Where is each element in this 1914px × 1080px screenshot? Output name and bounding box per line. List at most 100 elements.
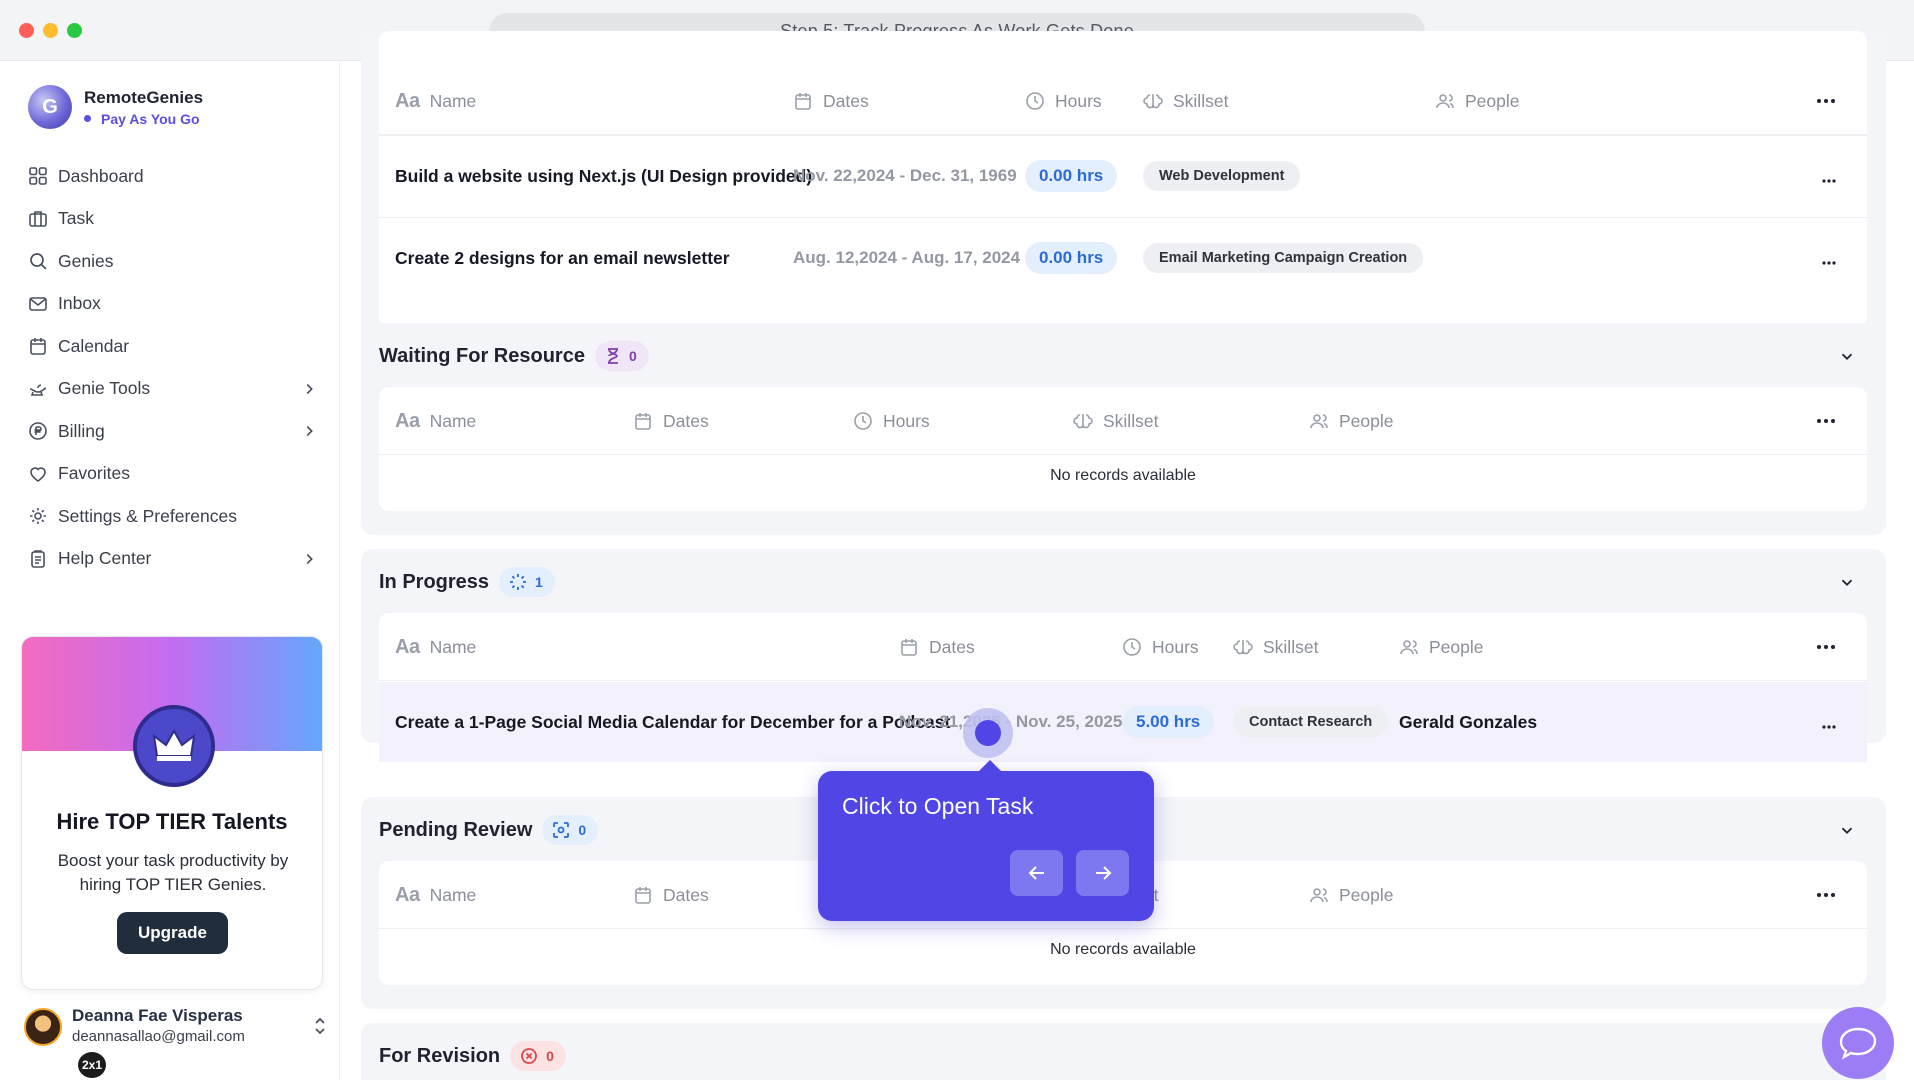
sidebar-item-inbox[interactable]: Inbox [28,283,318,326]
row-more-icon[interactable] [1821,254,1837,272]
calendar-icon [635,887,651,904]
sidebar-item-dashboard[interactable]: Dashboard [28,155,318,198]
sidebar-item-genies[interactable]: Genies [28,240,318,283]
column-label: Skillset [1263,636,1319,657]
brand[interactable]: G RemoteGenies Pay As You Go [28,85,203,129]
more-options-icon[interactable] [1815,638,1837,661]
table-row[interactable]: Create 2 designs for an email newsletter… [379,217,1867,297]
sidebar-item-help-center[interactable]: Help Center [28,538,318,581]
task-name[interactable]: Build a website using Next.js (UI Design… [395,136,812,216]
column-dates: Dates [633,387,709,455]
plan-label: Pay As You Go [101,110,200,127]
count-badge: 0 [510,1041,566,1071]
arrow-right-icon [1095,866,1111,880]
column-people: People [1309,861,1394,929]
skill-tag: Web Development [1143,161,1301,191]
chevron-up-down-icon[interactable] [312,1016,328,1041]
sidebar-item-billing[interactable]: Billing [28,410,318,453]
walkthrough-tooltip: Click to Open Task [818,771,1154,921]
empty-state: No records available [1050,467,1196,484]
chevron-right-icon [300,422,318,445]
more-options-icon[interactable] [1815,886,1837,909]
dashboard-icon [28,166,48,186]
tooltip-text: Click to Open Task [842,793,1034,819]
row-more-icon[interactable] [1821,718,1837,736]
briefcase-icon [28,209,48,229]
sidebar-item-settings[interactable]: Settings & Preferences [28,495,318,538]
upgrade-button[interactable]: Upgrade [117,912,228,954]
sidebar-item-calendar[interactable]: Calendar [28,325,318,368]
column-label: Skillset [1103,410,1159,431]
people-icon [1310,888,1328,903]
tooltip-prev-button[interactable] [1010,850,1063,896]
hours-badge: 0.00 hrs [1025,160,1118,192]
section-header[interactable]: Pending Review 0 [379,813,599,847]
count-value: 0 [546,1048,554,1064]
chevron-down-icon[interactable] [1838,821,1856,844]
column-label: People [1339,410,1394,431]
user-name: Deanna Fae Visperas [72,1006,243,1025]
sidebar-item-genie-tools[interactable]: Genie Tools [28,368,318,411]
column-label: People [1429,636,1484,657]
more-options-icon[interactable] [1815,412,1837,435]
sidebar-item-task[interactable]: Task [28,198,318,241]
hourglass-icon [607,348,618,364]
brain-icon [1073,414,1093,429]
task-table: Aa Name Dates Hours Skillset People Creat… [379,613,1867,763]
column-dates: Dates [793,67,869,135]
sidebar-item-label: Inbox [58,293,101,314]
more-options-icon[interactable] [1815,92,1837,115]
column-label: Hours [1055,90,1102,111]
user-profile[interactable]: Deanna Fae Visperas deannasallao@gmail.c… [24,1004,334,1064]
sidebar-item-favorites[interactable]: Favorites [28,453,318,496]
task-skill-cell: Contact Research [1233,682,1389,762]
section-title: For Revision [379,1044,501,1067]
genie-lamp-icon [28,379,48,399]
column-name: Aa Name [395,861,476,929]
mail-icon [28,294,48,314]
row-more-icon[interactable] [1821,172,1837,190]
close-window-button[interactable] [19,23,34,38]
table-row[interactable]: Create a 1-Page Social Media Calendar fo… [379,682,1867,762]
column-label: Dates [823,90,869,111]
sidebar-item-label: Genie Tools [58,378,151,399]
sidebar-nav: Dashboard Task Genies Inbox Calendar Gen… [28,155,318,580]
currency-coin-icon [28,421,48,441]
section-header[interactable]: For Revision 0 [379,1039,566,1073]
calendar-icon [795,93,811,110]
text-type-icon: Aa [395,409,420,432]
column-label: People [1465,90,1520,111]
skill-tag: Contact Research [1233,707,1389,737]
count-badge: 1 [499,567,555,597]
walkthrough-beacon-dot[interactable] [975,720,1001,746]
column-label: Dates [929,636,975,657]
chevron-down-icon[interactable] [1838,573,1856,596]
heart-icon [28,464,48,484]
chevron-down-icon[interactable] [1838,347,1856,370]
section-header[interactable]: Waiting For Resource 0 [379,339,649,373]
chat-bubble-icon [1839,1027,1877,1060]
task-name[interactable]: Create 2 designs for an email newsletter [395,218,730,298]
minimize-window-button[interactable] [43,23,58,38]
text-type-icon: Aa [395,89,420,112]
main-content: Aa Name Dates Hours Skillset People Build… [341,31,1914,1080]
task-skill-cell: Web Development [1143,136,1301,216]
tooltip-next-button[interactable] [1076,850,1129,896]
clock-icon [1026,92,1044,110]
task-name[interactable]: Create a 1-Page Social Media Calendar fo… [395,682,950,762]
column-people: People [1435,67,1520,135]
scan-icon [553,822,570,838]
sidebar-item-label: Help Center [58,548,152,569]
task-hours-cell: 5.00 hrs [1122,682,1215,762]
section-title: Pending Review [379,818,533,841]
section-header[interactable]: In Progress 1 [379,565,555,599]
chat-support-button[interactable] [1822,1007,1894,1079]
maximize-window-button[interactable] [67,23,82,38]
people-icon [1400,640,1418,655]
people-icon [1310,414,1328,429]
plan-badge: Pay As You Go [84,111,203,127]
sidebar-item-label: Genies [58,250,114,271]
empty-state: No records available [1050,941,1196,958]
search-icon [28,251,48,271]
table-row[interactable]: Build a website using Next.js (UI Design… [379,135,1867,215]
